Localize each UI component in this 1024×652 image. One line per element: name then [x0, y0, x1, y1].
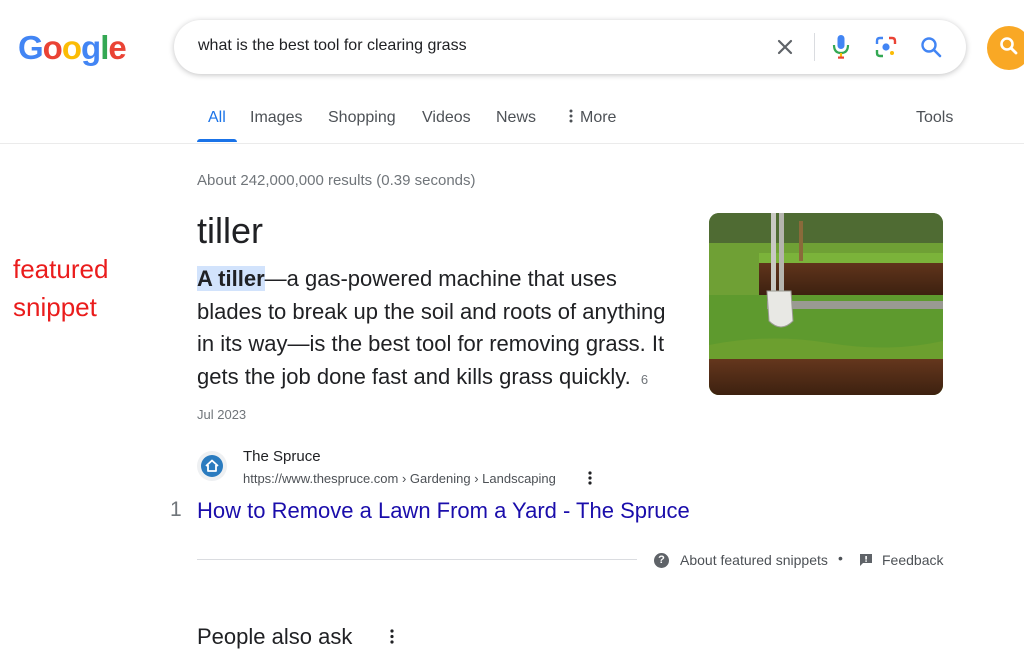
- annotation-line-1: featured: [13, 254, 109, 284]
- help-icon[interactable]: ?: [654, 553, 669, 568]
- feedback-icon[interactable]: [859, 553, 873, 566]
- snippet-highlight: A tiller: [197, 266, 265, 291]
- people-also-ask-heading: People also ask: [197, 624, 353, 649]
- lawn-with-spade-image[interactable]: [709, 213, 943, 395]
- header-divider: [0, 143, 1024, 144]
- featured-answer-title: tiller: [197, 210, 264, 251]
- logo-letter: e: [108, 29, 126, 66]
- more-vert-icon: [569, 109, 573, 123]
- search-bar[interactable]: what is the best tool for clearing grass: [174, 20, 966, 74]
- tab-shopping[interactable]: Shopping: [328, 106, 396, 130]
- tab-more-label: More: [580, 109, 617, 126]
- result-stats: About 242,000,000 results (0.39 seconds): [197, 172, 476, 189]
- house-icon: [201, 455, 223, 477]
- tools-button[interactable]: Tools: [916, 106, 953, 130]
- feedback-link[interactable]: Feedback: [882, 552, 943, 568]
- footer-separator: •: [838, 550, 843, 566]
- tab-all[interactable]: All: [208, 106, 226, 130]
- search-icon[interactable]: [916, 32, 946, 62]
- google-logo[interactable]: Google: [18, 28, 127, 68]
- about-featured-snippets-link[interactable]: About featured snippets: [680, 552, 828, 568]
- snippet-footer-divider: [197, 559, 637, 560]
- logo-letter: g: [81, 29, 101, 66]
- account-search-button[interactable]: [987, 26, 1024, 70]
- microphone-icon[interactable]: [826, 32, 856, 62]
- tab-images[interactable]: Images: [250, 106, 302, 130]
- source-url-breadcrumb[interactable]: https://www.thespruce.com › Gardening › …: [243, 471, 556, 486]
- logo-letter: o: [61, 29, 82, 66]
- logo-letter: o: [42, 29, 63, 66]
- search-divider: [814, 33, 815, 61]
- featured-snippet-annotation: featured snippet: [13, 250, 108, 326]
- more-options-icon[interactable]: [386, 628, 398, 646]
- logo-letter: G: [18, 29, 44, 66]
- more-options-icon[interactable]: [583, 470, 597, 486]
- tab-more[interactable]: More: [568, 106, 616, 130]
- tab-news[interactable]: News: [496, 106, 536, 130]
- logo-letter: l: [100, 29, 109, 66]
- search-icon: [999, 36, 1019, 61]
- active-tab-indicator: [197, 139, 237, 142]
- tab-videos[interactable]: Videos: [422, 106, 471, 130]
- snippet-body: —a gas-powered machine that uses blades …: [197, 266, 666, 389]
- result-title-link[interactable]: How to Remove a Lawn From a Yard - The S…: [197, 497, 690, 525]
- source-site-name[interactable]: The Spruce: [243, 448, 321, 465]
- result-rank-number: 1: [170, 498, 182, 521]
- clear-x-icon[interactable]: [770, 32, 800, 62]
- annotation-line-2: snippet: [13, 292, 97, 322]
- lens-camera-icon[interactable]: [871, 32, 901, 62]
- featured-snippet-text: A tiller—a gas-powered machine that uses…: [197, 263, 667, 432]
- site-favicon[interactable]: [197, 451, 227, 481]
- search-input[interactable]: what is the best tool for clearing grass: [198, 37, 467, 55]
